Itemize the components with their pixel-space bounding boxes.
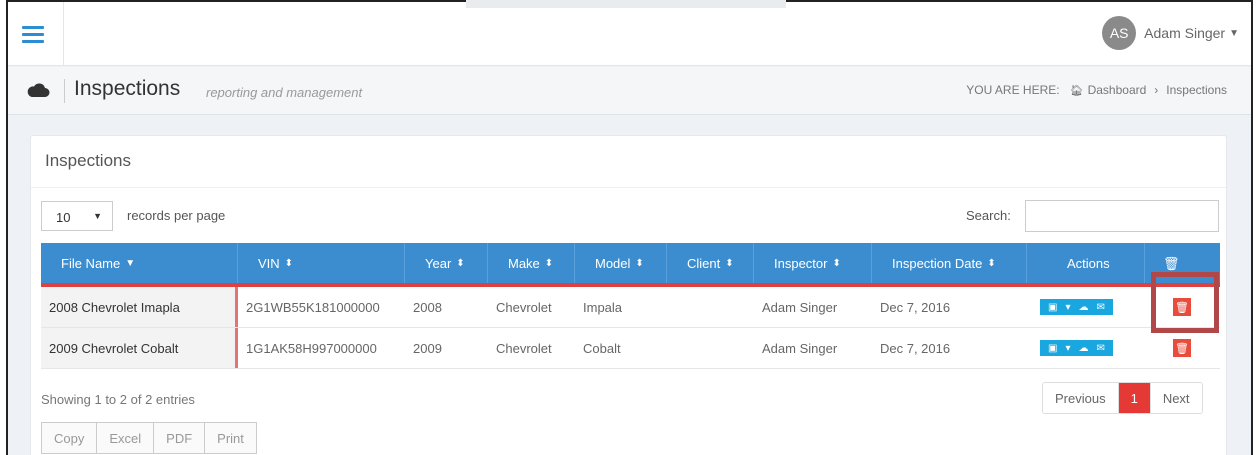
- sort-icon: ⬍: [832, 258, 841, 269]
- inspections-panel: Inspections 10 ▼ records per page Search…: [30, 135, 1227, 455]
- table-row: 2008 Chevrolet Imapla 2G1WB55K181000000 …: [41, 287, 1220, 328]
- action-buttons: ▣ ▾ ☁ ✉: [1040, 340, 1113, 356]
- cell-vin: 2G1WB55K181000000: [246, 299, 380, 315]
- top-navbar: AS Adam Singer ▼: [8, 2, 1251, 66]
- pagination-page-1[interactable]: 1: [1118, 383, 1151, 413]
- records-per-page-select[interactable]: 10 ▼: [41, 201, 113, 231]
- cell-actions: ▣ ▾ ☁ ✉: [1022, 287, 1145, 327]
- pagination: Previous 1 Next: [1042, 382, 1203, 414]
- breadcrumb-label: YOU ARE HERE:: [966, 83, 1060, 97]
- pdf-button[interactable]: PDF: [154, 423, 206, 453]
- records-per-page-value: 10: [56, 210, 71, 225]
- mail-icon[interactable]: ✉: [1096, 343, 1104, 354]
- cell-inspector: Adam Singer: [762, 299, 838, 315]
- breadcrumb-inspections: Inspections: [1166, 83, 1227, 97]
- avatar: AS: [1102, 16, 1137, 50]
- pdf-icon[interactable]: ▣: [1048, 343, 1057, 354]
- app-window: AS Adam Singer ▼ Inspections reporting a…: [6, 0, 1253, 455]
- breadcrumb-dashboard[interactable]: Dashboard: [1088, 83, 1147, 97]
- cell-model: Cobalt: [583, 340, 621, 356]
- sort-icon: ⬍: [284, 258, 294, 269]
- column-client[interactable]: Client ⬍: [667, 243, 754, 284]
- excel-button[interactable]: Excel: [97, 423, 155, 453]
- column-make[interactable]: Make ⬍: [488, 243, 575, 284]
- cell-delete: 🗑: [1145, 328, 1220, 368]
- cell-actions: ▣ ▾ ☁ ✉: [1022, 328, 1145, 368]
- sort-icon: ⬍: [544, 258, 554, 269]
- search-label: Search:: [966, 208, 1011, 223]
- chevron-down-icon: ▼: [1229, 27, 1239, 39]
- dropdown-icon[interactable]: ▾: [1065, 302, 1070, 313]
- copy-button[interactable]: Copy: [42, 423, 98, 453]
- sort-desc-icon: ▼: [125, 258, 136, 269]
- menu-toggle-button[interactable]: [8, 2, 64, 66]
- search-input[interactable]: [1025, 200, 1219, 232]
- cloud-upload-icon[interactable]: ☁: [1078, 302, 1088, 313]
- cloud-upload-icon[interactable]: ☁: [1078, 343, 1088, 354]
- cell-date: Dec 7, 2016: [880, 340, 951, 356]
- panel-title: Inspections: [45, 151, 131, 170]
- sort-icon: ⬍: [635, 258, 644, 269]
- pagination-previous[interactable]: Previous: [1043, 383, 1119, 413]
- action-buttons: ▣ ▾ ☁ ✉: [1040, 299, 1113, 315]
- delete-button[interactable]: 🗑: [1173, 339, 1191, 357]
- page-title: Inspections: [74, 77, 181, 100]
- export-buttons: Copy Excel PDF Print: [41, 422, 257, 454]
- user-menu[interactable]: AS Adam Singer ▼: [1102, 16, 1239, 50]
- records-per-page-label: records per page: [127, 208, 226, 223]
- cell-client: [667, 328, 754, 368]
- cell-client: [667, 287, 754, 327]
- breadcrumb-separator: ›: [1154, 83, 1159, 97]
- cell-make: Chevrolet: [496, 299, 552, 315]
- column-vin[interactable]: VIN ⬍: [238, 243, 405, 284]
- cell-inspector: Adam Singer: [762, 340, 838, 356]
- sort-icon: ⬍: [987, 258, 996, 269]
- cloud-icon: [27, 83, 50, 97]
- home-icon: 🏠︎: [1069, 84, 1084, 97]
- cell-vin: 1G1AK58H997000000: [246, 340, 377, 356]
- column-file-name[interactable]: File Name ▼: [41, 243, 238, 284]
- table-row: 2009 Chevrolet Cobalt 1G1AK58H997000000 …: [41, 328, 1220, 369]
- cell-model: Impala: [583, 299, 623, 315]
- sort-icon: ⬍: [456, 258, 465, 269]
- column-actions: Actions: [1027, 243, 1145, 284]
- page-subtitle: reporting and management: [206, 85, 363, 100]
- column-model[interactable]: Model ⬍: [575, 243, 667, 284]
- page-header: Inspections reporting and management YOU…: [8, 67, 1251, 115]
- mail-icon[interactable]: ✉: [1096, 302, 1104, 313]
- dropdown-icon[interactable]: ▾: [1065, 343, 1070, 354]
- table-info: Showing 1 to 2 of 2 entries: [41, 392, 195, 407]
- cell-year: 2008: [413, 299, 442, 315]
- print-button[interactable]: Print: [205, 423, 256, 453]
- pagination-next[interactable]: Next: [1150, 383, 1202, 413]
- column-inspector[interactable]: Inspector ⬍: [754, 243, 872, 284]
- highlight-box: [1151, 272, 1219, 333]
- cell-file-name[interactable]: 2009 Chevrolet Cobalt: [41, 328, 238, 368]
- username: Adam Singer: [1144, 25, 1226, 41]
- cell-make: Chevrolet: [496, 340, 552, 356]
- column-inspection-date[interactable]: Inspection Date ⬍: [872, 243, 1027, 284]
- column-year[interactable]: Year ⬍: [405, 243, 488, 284]
- cell-date: Dec 7, 2016: [880, 299, 951, 315]
- chevron-down-icon: ▼: [93, 211, 102, 221]
- table-header: File Name ▼ VIN ⬍ Year ⬍ Make ⬍ Model ⬍ Clien…: [41, 243, 1220, 284]
- sort-icon: ⬍: [725, 258, 734, 269]
- breadcrumb: YOU ARE HERE: 🏠︎ Dashboard › Inspections: [966, 83, 1227, 97]
- cell-file-name[interactable]: 2008 Chevrolet Imapla: [41, 287, 238, 327]
- cell-year: 2009: [413, 340, 442, 356]
- pdf-icon[interactable]: ▣: [1048, 302, 1057, 313]
